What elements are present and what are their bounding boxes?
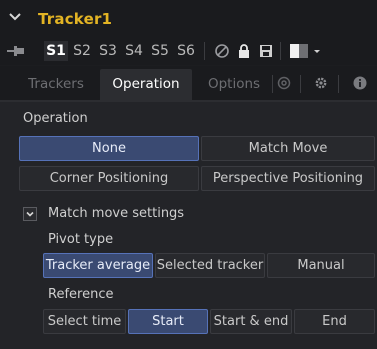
tab-trackers[interactable]: Trackers bbox=[16, 72, 96, 96]
separator bbox=[338, 75, 339, 93]
operation-none-button[interactable]: None bbox=[19, 136, 199, 161]
slot-s6[interactable]: S6 bbox=[174, 41, 198, 61]
reference-end-button[interactable]: End bbox=[294, 309, 375, 334]
tab-options[interactable]: Options bbox=[198, 72, 270, 96]
tool-title: Tracker1 bbox=[38, 10, 113, 28]
pivot-selected-tracker-button[interactable]: Selected tracker bbox=[155, 253, 265, 278]
save-icon[interactable] bbox=[258, 43, 274, 59]
operation-label: Operation bbox=[23, 111, 88, 126]
color-swatch-icon[interactable] bbox=[288, 43, 310, 59]
match-move-settings-label: Match move settings bbox=[48, 206, 185, 221]
pin-icon[interactable] bbox=[6, 44, 26, 58]
slot-s3[interactable]: S3 bbox=[96, 41, 120, 61]
tab-operation[interactable]: Operation bbox=[100, 69, 192, 100]
separator bbox=[204, 42, 205, 60]
tracker-panel: Tracker1 S1 S2 S3 S4 S5 S6 Trackers Oper… bbox=[0, 0, 377, 349]
separator bbox=[300, 75, 301, 93]
tool-row: S1 S2 S3 S4 S5 S6 bbox=[0, 37, 377, 65]
operation-perspective-positioning-button[interactable]: Perspective Positioning bbox=[201, 166, 375, 191]
reference-start-end-button[interactable]: Start & end bbox=[210, 309, 292, 334]
separator bbox=[272, 75, 273, 93]
lock-icon[interactable] bbox=[236, 43, 252, 59]
separator bbox=[280, 42, 281, 60]
operation-match-move-button[interactable]: Match Move bbox=[201, 136, 375, 161]
slot-s1[interactable]: S1 bbox=[44, 41, 68, 61]
gear-icon[interactable] bbox=[313, 75, 329, 91]
chevron-down-icon bbox=[26, 211, 34, 217]
pivot-tracker-average-button[interactable]: Tracker average bbox=[43, 253, 153, 278]
reference-start-button[interactable]: Start bbox=[128, 309, 208, 334]
reference-label: Reference bbox=[48, 287, 114, 302]
reference-select-time-button[interactable]: Select time bbox=[43, 309, 126, 334]
slot-s5[interactable]: S5 bbox=[148, 41, 172, 61]
panel-header: Tracker1 bbox=[0, 0, 377, 37]
collapse-chevron-icon[interactable] bbox=[8, 10, 22, 24]
no-entry-icon[interactable] bbox=[214, 43, 230, 59]
pivot-manual-button[interactable]: Manual bbox=[267, 253, 375, 278]
operation-corner-positioning-button[interactable]: Corner Positioning bbox=[19, 166, 199, 191]
match-move-settings-checkbox[interactable] bbox=[23, 207, 37, 221]
tab-bar: Trackers Operation Options bbox=[0, 66, 377, 102]
link-icon[interactable] bbox=[276, 75, 292, 91]
slot-s2[interactable]: S2 bbox=[70, 41, 94, 61]
slot-s4[interactable]: S4 bbox=[122, 41, 146, 61]
pivot-type-label: Pivot type bbox=[48, 232, 114, 247]
info-icon[interactable] bbox=[352, 75, 368, 91]
dropdown-arrow-icon[interactable] bbox=[312, 43, 322, 59]
